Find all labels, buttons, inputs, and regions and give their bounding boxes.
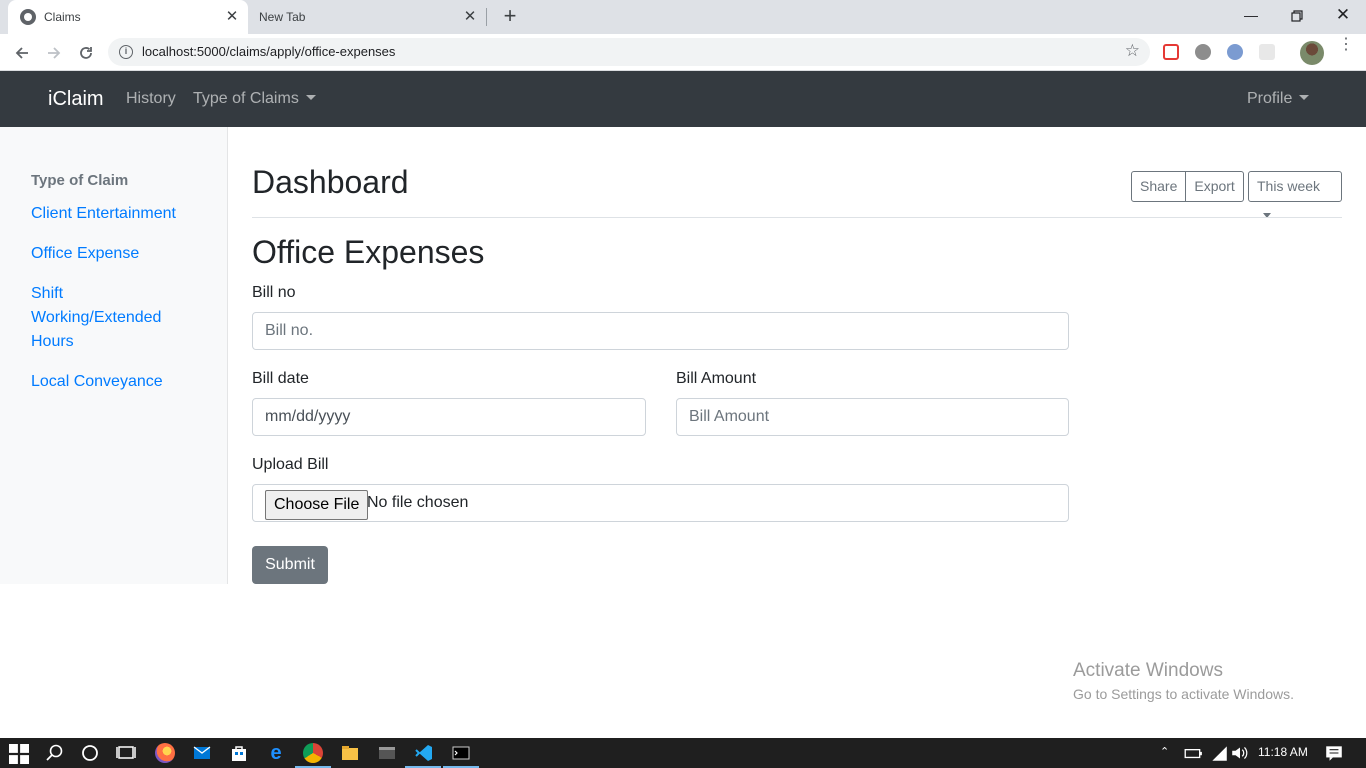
bill-no-label: Bill no [252, 284, 296, 301]
app-navbar: iClaim History Type of Claims Profile [0, 71, 1366, 127]
clock[interactable]: 11:18 AM [1258, 745, 1308, 759]
windows-start-icon[interactable] [9, 744, 29, 764]
terminal-app-icon[interactable] [377, 743, 397, 763]
more-menu-icon[interactable]: ⋮ [1338, 37, 1354, 53]
sidebar-item-client-entertainment[interactable]: Client Entertainment [31, 202, 211, 226]
url-text: localhost:5000/claims/apply/office-expen… [142, 44, 396, 59]
store-icon[interactable] [229, 743, 249, 763]
nav-history[interactable]: History [126, 90, 176, 108]
brand-logo[interactable]: iClaim [48, 88, 104, 111]
action-button-group: Share Export [1131, 171, 1244, 202]
mail-icon[interactable] [192, 743, 212, 763]
close-tab-icon[interactable]: ✕ [462, 9, 478, 25]
command-prompt-icon[interactable] [451, 743, 471, 763]
back-button[interactable] [10, 40, 34, 64]
forward-arrow-icon [48, 47, 61, 59]
minimize-button[interactable]: — [1228, 0, 1274, 30]
close-window-button[interactable]: ✕ [1320, 0, 1366, 30]
info-icon[interactable]: i [119, 45, 133, 59]
close-tab-icon[interactable]: ✕ [224, 9, 240, 25]
new-tab-button[interactable]: + [498, 5, 522, 29]
file-upload-field[interactable]: Choose File No file chosen [252, 484, 1069, 522]
sidebar-item-shift-working[interactable]: Shift Working/Extended Hours [31, 282, 181, 354]
period-label: This week [1257, 178, 1321, 194]
nav-profile-label: Profile [1247, 90, 1293, 107]
nav-type-of-claims-label: Type of Claims [193, 90, 299, 107]
windows-taskbar: e ⌃ 11:18 AM [0, 738, 1366, 768]
restore-icon [1291, 10, 1303, 22]
tab-new-tab[interactable]: New Tab ✕ [248, 0, 486, 34]
nav-type-of-claims[interactable]: Type of Claims [193, 90, 316, 108]
tab-title: New Tab [259, 10, 306, 24]
tab-claims[interactable]: Claims ✕ [8, 0, 248, 34]
sidebar-heading: Type of Claim [31, 172, 129, 189]
bill-date-label: Bill date [252, 370, 309, 387]
cortana-icon[interactable] [80, 743, 100, 763]
nav-profile[interactable]: Profile [1247, 90, 1310, 108]
form-title: Office Expenses [252, 234, 485, 270]
chevron-down-icon [1299, 95, 1310, 100]
divider [252, 217, 1342, 218]
firefox-icon[interactable] [155, 743, 175, 763]
activate-windows-title: Activate Windows [1073, 660, 1223, 681]
bill-amount-label: Bill Amount [676, 370, 757, 387]
extension-shield-icon[interactable] [1163, 44, 1179, 60]
vscode-icon[interactable] [414, 743, 434, 763]
back-arrow-icon [15, 47, 28, 59]
activate-windows-subtitle: Go to Settings to activate Windows. [1073, 686, 1294, 702]
submit-button[interactable]: Submit [252, 546, 328, 584]
share-button[interactable]: Share [1131, 171, 1187, 202]
period-dropdown[interactable]: This week [1248, 171, 1342, 218]
page-title: Dashboard [252, 164, 409, 200]
sidebar-item-local-conveyance[interactable]: Local Conveyance [31, 370, 211, 394]
task-view-icon[interactable] [116, 743, 136, 763]
extension-info-icon[interactable] [1227, 44, 1243, 60]
bill-date-input[interactable]: mm/dd/yyyy [252, 398, 646, 436]
globe-icon [20, 9, 36, 25]
tab-title: Claims [44, 10, 81, 24]
bill-amount-input[interactable]: Bill Amount [676, 398, 1069, 436]
browser-toolbar: i localhost:5000/claims/apply/office-exp… [0, 34, 1366, 71]
bookmark-star-icon[interactable]: ☆ [1125, 41, 1140, 61]
file-explorer-icon[interactable] [340, 743, 360, 763]
reload-icon [80, 47, 92, 60]
chevron-up-icon[interactable]: ⌃ [1160, 745, 1169, 758]
forward-button[interactable] [42, 40, 66, 64]
bill-no-input[interactable]: Bill no. [252, 312, 1069, 350]
browser-tab-strip: Claims ✕ New Tab ✕ + — ✕ [0, 0, 1366, 34]
battery-icon[interactable] [1183, 743, 1203, 763]
sidebar: Type of Claim Client Entertainment Offic… [0, 127, 228, 584]
tab-separator [486, 8, 487, 26]
wifi-icon[interactable] [1209, 743, 1229, 763]
upload-bill-label: Upload Bill [252, 456, 329, 473]
export-button[interactable]: Export [1186, 171, 1244, 202]
reload-button[interactable] [74, 40, 98, 64]
address-bar[interactable]: i localhost:5000/claims/apply/office-exp… [108, 38, 1150, 66]
no-file-text: No file chosen [367, 494, 469, 511]
extension-generic-icon[interactable] [1259, 44, 1275, 60]
choose-file-button[interactable]: Choose File [265, 490, 369, 520]
chevron-down-icon [305, 95, 316, 100]
restore-button[interactable] [1274, 0, 1320, 30]
sidebar-item-office-expense[interactable]: Office Expense [31, 242, 211, 266]
search-icon[interactable] [45, 743, 65, 763]
extension-bug-icon[interactable] [1195, 44, 1211, 60]
volume-icon[interactable] [1230, 743, 1250, 763]
notifications-icon[interactable] [1324, 743, 1344, 763]
edge-icon[interactable]: e [266, 743, 286, 763]
chrome-icon[interactable] [303, 743, 323, 763]
profile-avatar[interactable] [1300, 41, 1324, 65]
